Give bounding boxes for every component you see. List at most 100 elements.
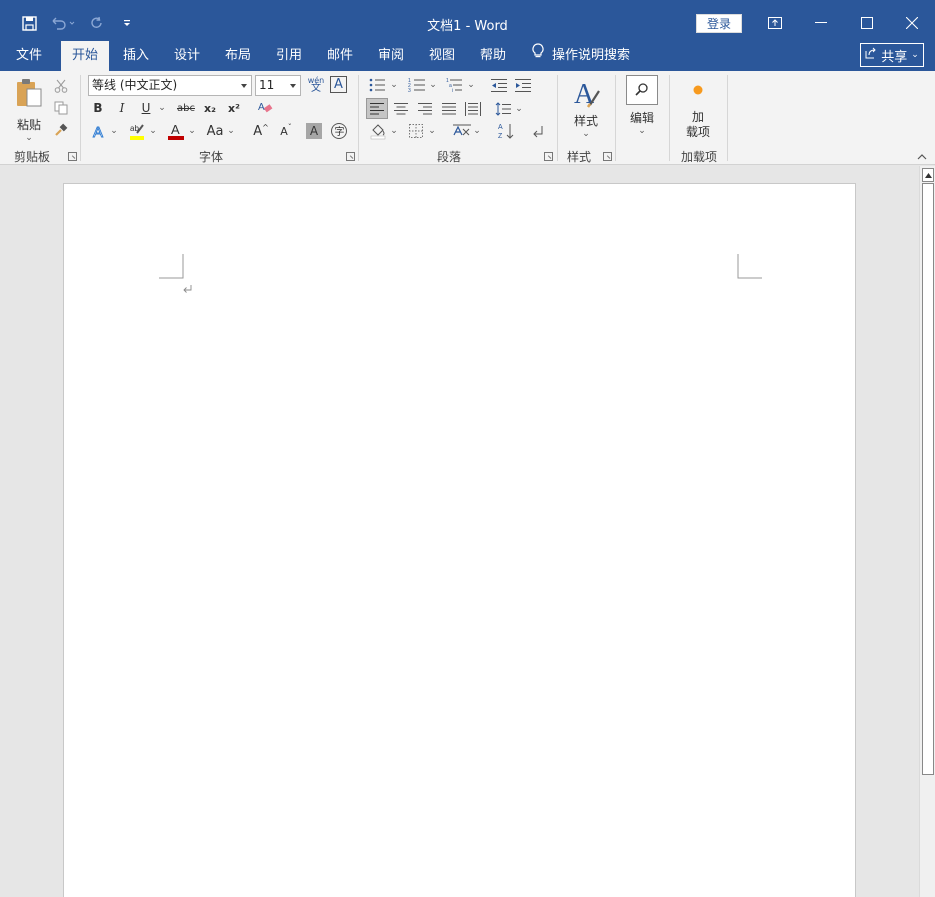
styles-launcher-icon[interactable] (603, 152, 612, 161)
copy-icon[interactable] (52, 99, 70, 117)
lightbulb-icon (532, 41, 544, 71)
close-icon[interactable] (899, 10, 925, 36)
bullets-dropdown[interactable]: ⌄ (389, 75, 399, 95)
text-effects-dropdown[interactable]: ⌄ (109, 121, 119, 141)
chevron-down-icon: ⌄ (429, 80, 437, 90)
sort-icon[interactable]: AZ (496, 121, 518, 141)
chevron-down-icon: ⌄ (467, 80, 475, 90)
tab-layout[interactable]: 布局 (217, 41, 259, 71)
maximize-icon[interactable] (854, 10, 880, 36)
multilevel-list-icon[interactable]: 1ai (444, 75, 466, 95)
show-formatting-marks-icon[interactable] (528, 121, 548, 141)
font-size-combo[interactable]: 11 (255, 75, 301, 96)
multilevel-list-dropdown[interactable]: ⌄ (466, 75, 476, 95)
font-name-combo[interactable]: 等线 (中文正文) (88, 75, 252, 96)
share-icon (865, 47, 877, 63)
character-border-icon[interactable]: A (330, 76, 347, 93)
chinese-layout-dropdown[interactable]: ⌄ (472, 121, 482, 141)
distributed-icon[interactable] (462, 98, 484, 119)
tab-home[interactable]: 开始 (61, 41, 109, 71)
tab-references[interactable]: 引用 (268, 41, 310, 71)
chinese-layout-icon[interactable] (451, 121, 473, 141)
svg-text:Z: Z (498, 133, 503, 140)
line-spacing-icon[interactable] (493, 98, 513, 119)
text-effects-icon[interactable]: A (90, 121, 108, 141)
enclose-characters-icon[interactable]: 字 (330, 122, 348, 140)
grow-font-button[interactable]: A ^ (252, 121, 270, 141)
tab-review[interactable]: 审阅 (370, 41, 412, 71)
chevron-down-icon: ⌄ (390, 80, 398, 90)
bullets-icon[interactable] (366, 75, 388, 95)
justify-icon[interactable] (438, 98, 460, 119)
italic-button[interactable]: I (114, 99, 130, 117)
ribbon-display-options-icon[interactable] (762, 10, 788, 36)
shrink-font-button[interactable]: Aˇ (277, 121, 295, 141)
scrollbar-thumb[interactable] (922, 183, 934, 775)
styles-gallery-button[interactable]: A 样式 ⌄ (566, 77, 606, 145)
change-case-button[interactable]: Aa (204, 121, 226, 141)
chevron-down-icon: ⌄ (158, 103, 166, 113)
font-name-value: 等线 (中文正文) (92, 78, 178, 92)
crop-mark-top-left (159, 254, 184, 279)
scroll-up-arrow-icon[interactable] (922, 168, 934, 182)
collapse-ribbon-icon[interactable] (914, 151, 930, 163)
ribbon-home: 粘贴 ⌄ 剪贴板 等线 (中文正文) 11 wén 文 A B I U ⌄ ab… (0, 71, 935, 165)
character-shading-icon[interactable]: A (306, 123, 322, 139)
tab-help[interactable]: 帮助 (472, 41, 514, 71)
font-launcher-icon[interactable] (346, 152, 355, 161)
chevron-down-icon: ⌄ (515, 103, 523, 114)
chevron-down-icon: ⌄ (582, 129, 590, 139)
clipboard-launcher-icon[interactable] (68, 152, 77, 161)
paragraph-launcher-icon[interactable] (544, 152, 553, 161)
share-button[interactable]: 共享 ⌄ (860, 43, 924, 67)
format-painter-icon[interactable] (52, 121, 70, 139)
shading-icon[interactable] (367, 121, 389, 141)
cut-icon[interactable] (52, 77, 70, 95)
chevron-down-icon: ⌄ (25, 133, 33, 143)
align-left-icon[interactable] (366, 98, 388, 119)
underline-button[interactable]: U (138, 99, 154, 117)
paste-button[interactable]: 粘贴 ⌄ (8, 77, 50, 145)
highlight-dropdown[interactable]: ⌄ (148, 121, 158, 141)
vertical-scrollbar[interactable] (919, 166, 935, 897)
svg-text:3: 3 (408, 88, 411, 93)
svg-text:A: A (258, 102, 265, 113)
change-case-dropdown[interactable]: ⌄ (226, 121, 236, 141)
phonetic-guide-button[interactable]: wén 文 (306, 75, 326, 95)
tab-file[interactable]: 文件 (8, 41, 50, 71)
borders-dropdown[interactable]: ⌄ (427, 121, 437, 141)
font-color-icon[interactable]: A (166, 121, 186, 141)
align-right-icon[interactable] (414, 98, 436, 119)
numbering-icon[interactable]: 123 (406, 75, 428, 95)
borders-icon[interactable] (406, 121, 426, 141)
crop-mark-top-right (737, 254, 762, 279)
shading-dropdown[interactable]: ⌄ (389, 121, 399, 141)
tab-design[interactable]: 设计 (166, 41, 208, 71)
tab-mailings[interactable]: 邮件 (319, 41, 361, 71)
strikethrough-button[interactable]: abc (174, 99, 198, 117)
align-center-icon[interactable] (390, 98, 412, 119)
tab-view[interactable]: 视图 (421, 41, 463, 71)
subscript-button[interactable]: x₂ (200, 99, 220, 117)
tell-me-search[interactable]: 操作说明搜索 (532, 41, 642, 71)
addins-button[interactable]: 加 载项 (678, 83, 718, 143)
editing-button[interactable]: 编辑 ⌄ (622, 75, 662, 145)
login-button[interactable]: 登录 (696, 14, 742, 33)
highlight-color-icon[interactable]: ab (126, 121, 148, 141)
minimize-icon[interactable] (808, 10, 834, 36)
document-page[interactable] (63, 183, 856, 897)
bold-button[interactable]: B (90, 99, 106, 117)
line-spacing-dropdown[interactable]: ⌄ (514, 98, 524, 119)
font-color-dropdown[interactable]: ⌄ (187, 121, 197, 141)
svg-text:A: A (171, 122, 180, 137)
increase-indent-icon[interactable] (513, 75, 533, 95)
numbering-dropdown[interactable]: ⌄ (428, 75, 438, 95)
clear-formatting-icon[interactable]: A (256, 99, 276, 117)
tell-me-label: 操作说明搜索 (552, 48, 631, 63)
tab-insert[interactable]: 插入 (115, 41, 157, 71)
title-bar: 文档1 - Word 登录 (0, 0, 935, 41)
superscript-button[interactable]: x² (224, 99, 244, 117)
decrease-indent-icon[interactable] (489, 75, 509, 95)
chevron-down-icon: ⌄ (473, 126, 481, 136)
underline-dropdown[interactable]: ⌄ (156, 99, 168, 117)
